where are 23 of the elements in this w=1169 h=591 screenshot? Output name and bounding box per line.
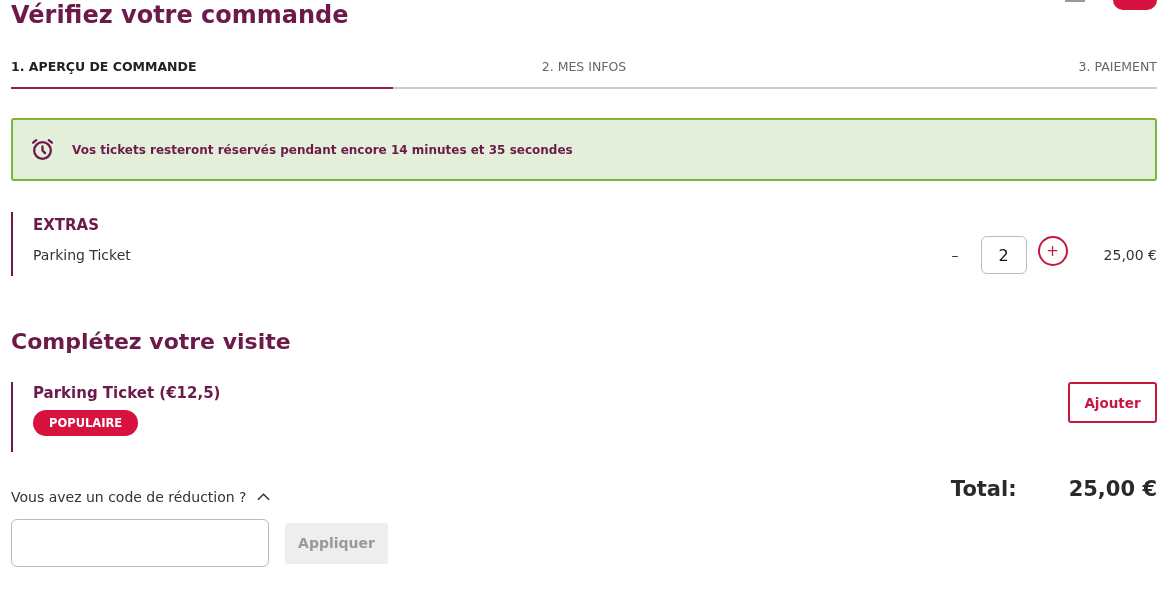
section-heading: EXTRAS: [33, 215, 100, 234]
popular-badge: POPULAIRE: [33, 410, 139, 436]
step-tab[interactable]: 2. MES INFOS: [393, 59, 775, 89]
avatar[interactable]: [1113, 0, 1157, 10]
product-name: Parking Ticket (€12,5): [33, 384, 221, 402]
total-amount: 25,00 €: [1068, 477, 1157, 503]
step-tab[interactable]: 3. PAIEMENT: [775, 59, 1157, 89]
step-tab[interactable]: 1. APERÇU DE COMMANDE: [11, 59, 393, 89]
section-title: Complétez votre visite: [11, 328, 292, 356]
discount-code-field[interactable]: [11, 519, 269, 567]
page-title: Vérifiez votre commande: [11, 0, 349, 29]
decrease-button[interactable]: –: [947, 247, 963, 263]
timer-notice-text: Vos tickets resteront réservés pendant encore 14 minutes et 35 secondes: [72, 142, 573, 157]
item-price: 25,00 €: [1103, 247, 1157, 263]
increase-button[interactable]: +: [1037, 236, 1068, 266]
total-label: Total:: [950, 477, 1017, 503]
menu-icon[interactable]: [1065, 0, 1085, 3]
add-button[interactable]: Ajouter: [1068, 382, 1157, 423]
alarm-clock-icon: [30, 137, 55, 162]
quantity-field[interactable]: 2: [980, 236, 1027, 274]
caret-up-icon[interactable]: [256, 493, 270, 501]
item-name: Parking Ticket: [33, 247, 131, 263]
discount-toggle-link[interactable]: Vous avez un code de réduction ?: [11, 489, 247, 505]
